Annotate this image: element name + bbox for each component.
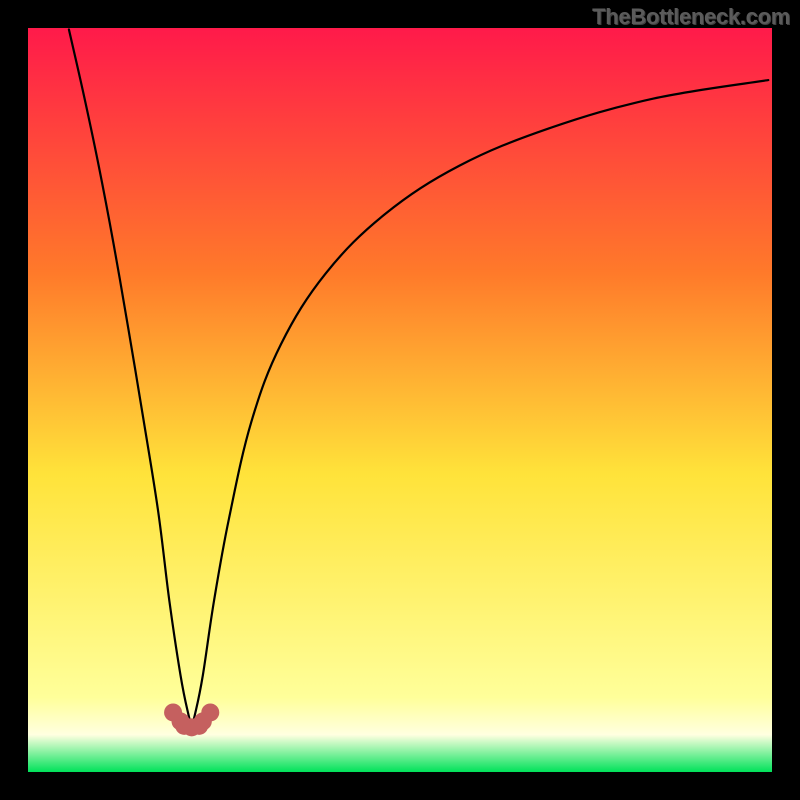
watermark-text: TheBottleneck.com [592,4,790,30]
marker-dot [201,703,219,721]
bottleneck-chart [28,28,772,772]
chart-frame: TheBottleneck.com [0,0,800,800]
